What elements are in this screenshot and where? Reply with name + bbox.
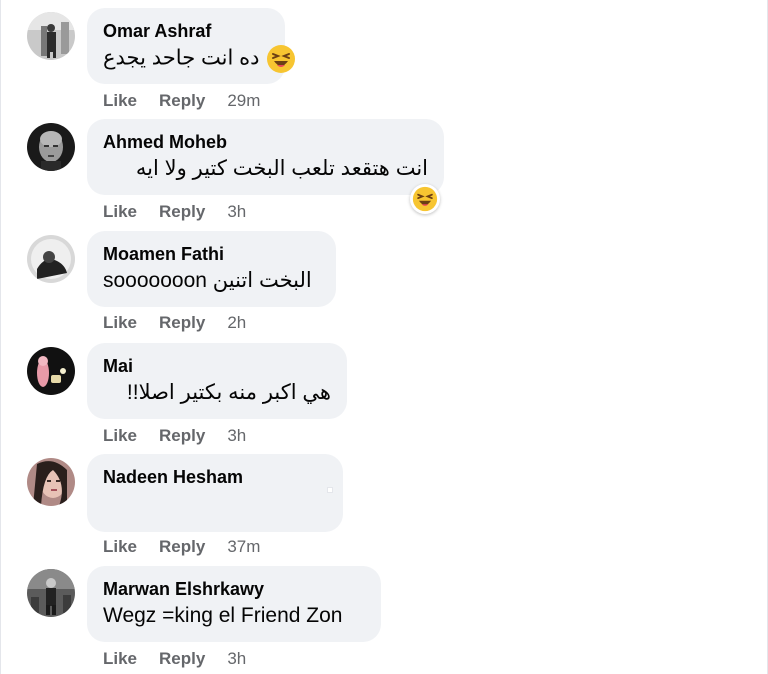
comment-actions: Like Reply 29m <box>103 90 260 112</box>
comment-bubble: Omar Ashraf ده انت جاحد يجدع <box>87 8 295 84</box>
comment-author[interactable]: Mai <box>103 355 331 377</box>
comments-panel: Omar Ashraf ده انت جاحد يجدع Like Reply 29… <box>0 0 768 674</box>
comment-author[interactable]: Moamen Fathi <box>103 243 320 265</box>
reply-button[interactable]: Reply <box>159 202 205 221</box>
avatar[interactable] <box>27 347 75 395</box>
comment-actions: Like Reply 3h <box>103 201 246 223</box>
laughing-icon <box>266 44 296 74</box>
comment-bubble: Mai هي اكبر منه بكتير اصلا!! <box>87 343 347 419</box>
comment-text: هي اكبر منه بكتير اصلا!! <box>126 381 331 404</box>
comment-actions: Like Reply 37m <box>103 536 260 558</box>
comment-timestamp[interactable]: 3h <box>227 202 246 221</box>
reaction-badge[interactable] <box>410 184 440 214</box>
comment-author[interactable]: Ahmed Moheb <box>103 131 428 153</box>
reply-button[interactable]: Reply <box>159 537 205 556</box>
reply-button[interactable]: Reply <box>159 91 205 110</box>
comment-actions: Like Reply 3h <box>103 648 246 670</box>
comment-timestamp[interactable]: 2h <box>227 313 246 332</box>
comment-text: البخت اتنين sooooooon <box>103 269 312 292</box>
comment-author[interactable]: Omar Ashraf <box>103 20 269 42</box>
comment-author[interactable]: Marwan Elshrkawy <box>103 578 365 600</box>
avatar[interactable] <box>27 123 75 171</box>
reply-button[interactable]: Reply <box>159 313 205 332</box>
like-button[interactable]: Like <box>103 313 137 332</box>
comment-bubble: Marwan Elshrkawy Wegz =king el Friend Zo… <box>87 566 381 642</box>
avatar[interactable] <box>27 12 75 60</box>
avatar[interactable] <box>27 458 75 506</box>
reply-button[interactable]: Reply <box>159 649 205 668</box>
comment-bubble: Moamen Fathi البخت اتنين sooooooon <box>87 231 336 307</box>
comment-text: Wegz =king el Friend Zon <box>103 604 343 627</box>
comment-timestamp[interactable]: 37m <box>227 537 260 556</box>
comment-timestamp[interactable]: 3h <box>227 649 246 668</box>
comment-timestamp[interactable]: 29m <box>227 91 260 110</box>
attachment-placeholder <box>327 487 333 493</box>
comment-actions: Like Reply 3h <box>103 425 246 447</box>
like-button[interactable]: Like <box>103 202 137 221</box>
comment-bubble: Ahmed Moheb انت هتقعد تلعب البخت كتير ول… <box>87 119 444 195</box>
avatar[interactable] <box>27 235 75 283</box>
like-button[interactable]: Like <box>103 649 137 668</box>
comment-text: انت هتقعد تلعب البخت كتير ولا ايه <box>135 157 428 180</box>
comment-actions: Like Reply 2h <box>103 312 246 334</box>
like-button[interactable]: Like <box>103 537 137 556</box>
comment-bubble: Nadeen Hesham <box>87 454 343 532</box>
reply-button[interactable]: Reply <box>159 426 205 445</box>
laughing-icon <box>412 186 438 212</box>
like-button[interactable]: Like <box>103 91 137 110</box>
comment-author[interactable]: Nadeen Hesham <box>103 466 327 488</box>
comment-timestamp[interactable]: 3h <box>227 426 246 445</box>
like-button[interactable]: Like <box>103 426 137 445</box>
comment-text: ده انت جاحد يجدع <box>103 44 295 74</box>
avatar[interactable] <box>27 569 75 617</box>
